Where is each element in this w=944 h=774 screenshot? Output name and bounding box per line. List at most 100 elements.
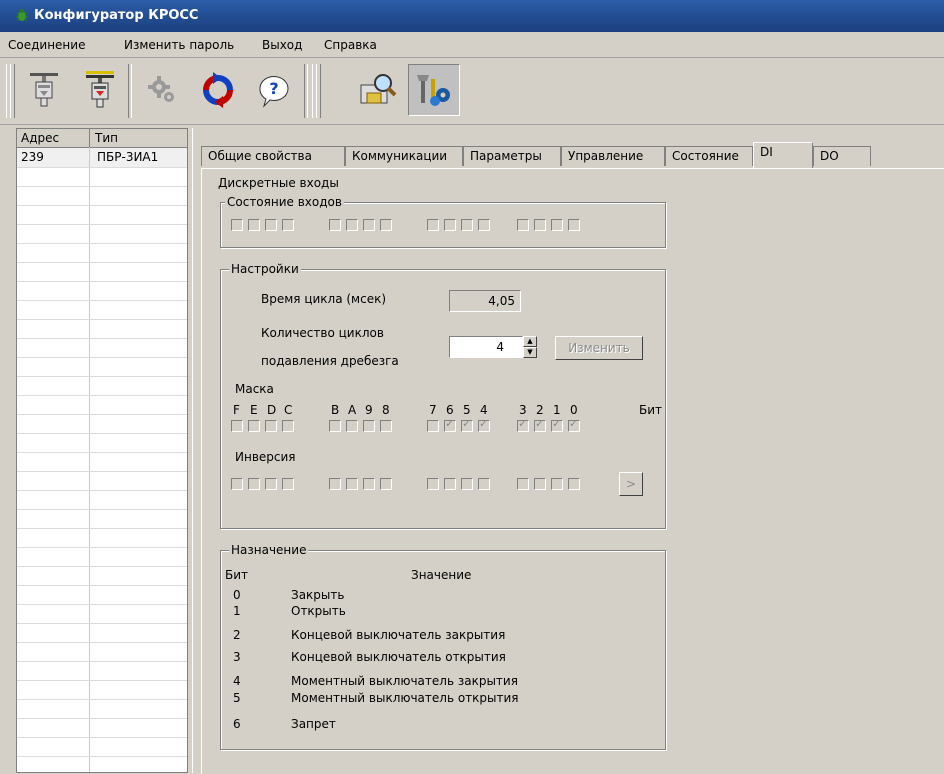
section-title: Дискретные входы (218, 176, 339, 190)
settings-gear-icon[interactable] (136, 64, 188, 116)
svg-text:?: ? (269, 79, 278, 98)
mask-bit-e[interactable] (248, 420, 260, 432)
assignment-bit: 4 (233, 674, 241, 688)
bit-label: C (284, 403, 293, 417)
assignment-bit-header: Бит (225, 568, 249, 582)
tab-state[interactable]: Состояние (665, 146, 753, 166)
menu-change-password[interactable]: Изменить пароль (124, 38, 234, 52)
mask-bit-8[interactable] (380, 420, 392, 432)
assignment-value: Моментный выключатель закрытия (291, 674, 518, 688)
configure-tools-icon[interactable] (408, 64, 460, 116)
tab-parameters[interactable]: Параметры (463, 146, 561, 166)
bit-label: 4 (480, 403, 488, 417)
mask-bit-1[interactable] (551, 417, 563, 432)
column-address[interactable]: Адрес (21, 131, 59, 145)
bit-word: Бит (639, 403, 663, 417)
inversion-bit-f[interactable] (231, 478, 243, 490)
input-state-bit-2 (534, 219, 546, 231)
grid-line (17, 300, 187, 301)
connect-device-icon[interactable] (74, 64, 126, 116)
grid-line (17, 737, 187, 738)
inversion-bit-a[interactable] (346, 478, 358, 490)
mask-bit-c[interactable] (282, 420, 294, 432)
toolbar-grip (10, 64, 15, 118)
mask-bit-0[interactable] (568, 417, 580, 432)
grid-line (17, 490, 187, 491)
tab-general[interactable]: Общие свойства (201, 146, 345, 166)
mask-bit-7[interactable] (427, 420, 439, 432)
mask-bit-9[interactable] (363, 420, 375, 432)
help-icon[interactable]: ? (248, 64, 300, 116)
debounce-spinner[interactable]: ▲ ▼ (523, 336, 537, 358)
bit-label: 2 (536, 403, 544, 417)
app-bug-icon (16, 9, 28, 22)
inversion-bit-2[interactable] (534, 478, 546, 490)
inversion-bit-1[interactable] (551, 478, 563, 490)
debounce-label-line1: Количество циклов (261, 326, 384, 340)
tab-control[interactable]: Управление (561, 146, 665, 166)
tab-communications[interactable]: Коммуникации (345, 146, 463, 166)
assignment-value: Запрет (291, 717, 336, 731)
mask-bit-3[interactable] (517, 417, 529, 432)
input-state-bit-0 (568, 219, 580, 231)
inversion-next-button[interactable]: > (619, 472, 643, 496)
inversion-bit-8[interactable] (380, 478, 392, 490)
mask-bit-f[interactable] (231, 420, 243, 432)
menu-help[interactable]: Справка (324, 38, 377, 52)
mask-bit-b[interactable] (329, 420, 341, 432)
inversion-bit-d[interactable] (265, 478, 277, 490)
tab-di[interactable]: DI (753, 142, 813, 168)
mask-bit-d[interactable] (265, 420, 277, 432)
refresh-icon[interactable] (192, 64, 244, 116)
row-type: ПБР-3ИА1 (97, 150, 159, 164)
inversion-bit-c[interactable] (282, 478, 294, 490)
change-button[interactable]: Изменить (555, 336, 643, 360)
inputs-state-group: Состояние входов (220, 195, 666, 248)
assignment-value: Моментный выключатель открытия (291, 691, 519, 705)
bit-label: 8 (382, 403, 390, 417)
inversion-bit-9[interactable] (363, 478, 375, 490)
input-state-bit-4 (478, 219, 490, 231)
input-state-bit-1 (551, 219, 563, 231)
input-state-bit-a (346, 219, 358, 231)
grid-line (17, 433, 187, 434)
assignment-bit: 2 (233, 628, 241, 642)
menu-connection[interactable]: Соединение (8, 38, 85, 52)
debounce-input[interactable]: 4 (449, 336, 523, 358)
mask-bit-2[interactable] (534, 417, 546, 432)
bit-label: 1 (553, 403, 561, 417)
inversion-bit-7[interactable] (427, 478, 439, 490)
inversion-bit-3[interactable] (517, 478, 529, 490)
device-list[interactable]: Адрес Тип 239 ПБР-3ИА1 (16, 128, 188, 773)
bit-label: 6 (446, 403, 454, 417)
inversion-bit-0[interactable] (568, 478, 580, 490)
input-state-bit-c (282, 219, 294, 231)
spin-up-icon[interactable]: ▲ (523, 336, 537, 347)
inversion-bit-b[interactable] (329, 478, 341, 490)
table-row[interactable]: 239 ПБР-3ИА1 (17, 148, 187, 167)
column-type[interactable]: Тип (95, 131, 118, 145)
toolbar-separator (128, 64, 132, 118)
mask-bit-a[interactable] (346, 420, 358, 432)
inversion-bit-5[interactable] (461, 478, 473, 490)
grid-line (17, 566, 187, 567)
grid-line (17, 395, 187, 396)
bit-label: F (233, 403, 240, 417)
input-state-bit-d (265, 219, 277, 231)
mask-bit-6[interactable] (444, 417, 456, 432)
inversion-bit-e[interactable] (248, 478, 260, 490)
search-device-icon[interactable] (352, 64, 404, 116)
tab-page-di: Дискретные входы Состояние входов Настро… (201, 168, 944, 774)
inversion-bit-4[interactable] (478, 478, 490, 490)
assignment-value: Открыть (291, 604, 346, 618)
spin-down-icon[interactable]: ▼ (523, 347, 537, 358)
menu-exit[interactable]: Выход (262, 38, 302, 52)
mask-bit-5[interactable] (461, 417, 473, 432)
column-divider (89, 129, 90, 147)
input-state-bit-7 (427, 219, 439, 231)
tab-do[interactable]: DO (813, 146, 871, 166)
disconnect-device-icon[interactable] (18, 64, 70, 116)
assignment-bit: 5 (233, 691, 241, 705)
inversion-bit-6[interactable] (444, 478, 456, 490)
mask-bit-4[interactable] (478, 417, 490, 432)
